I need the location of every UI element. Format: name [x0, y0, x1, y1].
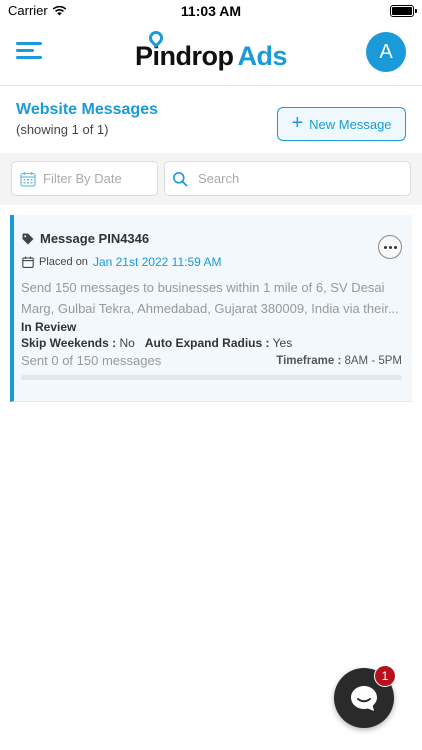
new-message-label: New Message [309, 116, 392, 132]
search-input[interactable] [198, 171, 388, 186]
auto-expand-option: Auto Expand Radius : Yes [144, 336, 293, 350]
pindrop-ads-logo: Pindrop Ads [135, 28, 288, 72]
date-filter-placeholder: Filter By Date [43, 171, 122, 186]
message-title-row: Message PIN4346 [22, 231, 149, 246]
search-icon [173, 171, 188, 186]
status-label: In Review [21, 320, 77, 334]
user-avatar[interactable]: A [366, 32, 406, 72]
more-options-button[interactable] [378, 235, 402, 259]
result-count: (showing 1 of 1) [16, 122, 109, 137]
tag-icon [22, 233, 34, 244]
battery-icon [390, 5, 417, 17]
hamburger-menu-icon[interactable] [16, 40, 44, 62]
sent-row: Sent 0 of 150 messages Timeframe : 8AM -… [21, 353, 402, 368]
plus-icon: + [291, 112, 304, 134]
calendar-icon [20, 171, 36, 187]
status-bar: Carrier 11:03 AM [0, 0, 422, 22]
skip-weekends-option: Skip Weekends : No [21, 336, 135, 350]
search-box[interactable] [164, 161, 411, 196]
app-header: Pindrop Ads A [0, 22, 422, 86]
page-title: Website Messages [16, 101, 158, 118]
more-dot-icon [383, 245, 387, 249]
chat-notification-badge: 1 [374, 665, 396, 687]
message-card[interactable]: Message PIN4346 Placed on Jan 21st 2022 … [10, 215, 412, 402]
date-filter-field[interactable]: Filter By Date [11, 161, 158, 196]
placed-date: Jan 21st 2022 11:59 AM [92, 255, 222, 269]
sent-count-text: Sent 0 of 150 messages [21, 353, 162, 368]
message-description: Send 150 messages to businesses within 1… [21, 280, 399, 316]
logo-text-ads: Ads [237, 41, 288, 71]
timeframe: Timeframe : 8AM - 5PM [276, 354, 402, 367]
sent-progress-bar [21, 375, 402, 380]
message-title: Message PIN4346 [40, 231, 150, 246]
chat-bubble-icon [351, 686, 377, 711]
calendar-icon [22, 256, 34, 268]
filter-bar: Filter By Date [0, 153, 422, 205]
new-message-button[interactable]: + New Message [277, 107, 406, 141]
placed-row: Placed on Jan 21st 2022 11:59 AM [22, 255, 221, 269]
status-time: 11:03 AM [180, 3, 242, 19]
placed-label: Placed on [39, 256, 88, 268]
logo-text-pindrop: Pindrop [135, 28, 234, 72]
options-row: Skip Weekends : No Auto Expand Radius : … [21, 336, 292, 350]
